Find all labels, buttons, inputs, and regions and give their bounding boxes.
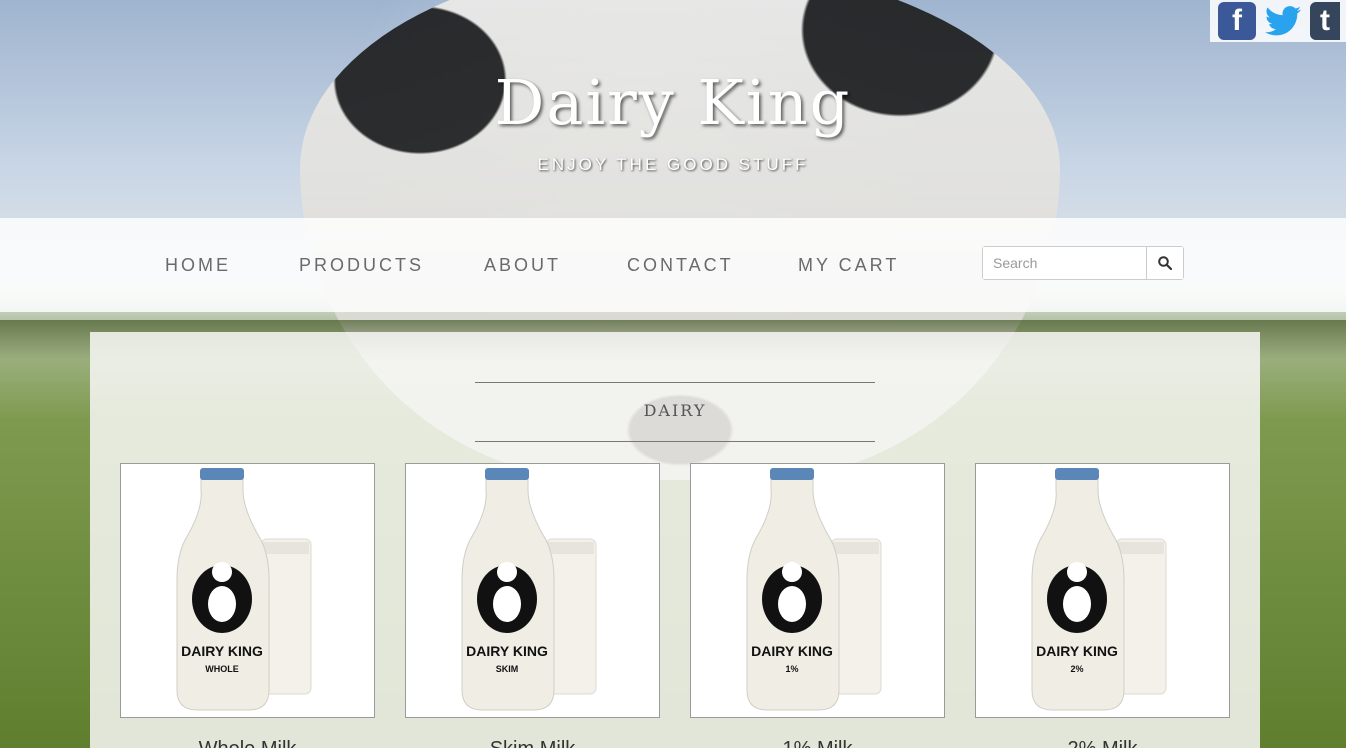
bottle-variant-label: WHOLE bbox=[205, 664, 239, 674]
nav-my-cart[interactable]: MY CART bbox=[798, 255, 899, 276]
nav-contact[interactable]: CONTACT bbox=[627, 255, 734, 276]
product-name-2-percent[interactable]: 2% Milk bbox=[975, 738, 1230, 748]
product-name-skim[interactable]: Skim Milk bbox=[405, 738, 660, 748]
section-heading: DAIRY bbox=[475, 382, 875, 442]
site-header: Dairy King ENJOY THE GOOD STUFF bbox=[0, 0, 1346, 218]
bottle-brand-label: DAIRY KING bbox=[181, 643, 263, 659]
twitter-icon[interactable] bbox=[1264, 2, 1302, 40]
milk-bottle-image: DAIRY KING WHOLE bbox=[176, 468, 312, 711]
product-card-1-percent[interactable]: DAIRY KING 1% bbox=[690, 463, 945, 718]
products-panel: DAIRY DAIRY KING WHOLE DAIRY KING SKIM D… bbox=[90, 332, 1260, 748]
milk-bottle-image: DAIRY KING 2% bbox=[1031, 468, 1167, 711]
search-icon bbox=[1158, 256, 1172, 270]
product-card-skim[interactable]: DAIRY KING SKIM bbox=[405, 463, 660, 718]
product-card-whole[interactable]: DAIRY KING WHOLE bbox=[120, 463, 375, 718]
social-links: f t bbox=[1210, 0, 1346, 42]
product-name-whole[interactable]: Whole Milk bbox=[120, 738, 375, 748]
site-brand-title[interactable]: Dairy King bbox=[0, 66, 1346, 139]
nav-home[interactable]: HOME bbox=[165, 255, 231, 276]
bottle-variant-label: SKIM bbox=[496, 664, 519, 674]
bottle-variant-label: 1% bbox=[785, 664, 798, 674]
tumblr-icon[interactable]: t bbox=[1310, 2, 1340, 40]
main-navbar: HOME PRODUCTS ABOUT CONTACT MY CART bbox=[0, 218, 1346, 312]
product-card-2-percent[interactable]: DAIRY KING 2% bbox=[975, 463, 1230, 718]
milk-bottle-image: DAIRY KING 1% bbox=[746, 468, 882, 711]
bottle-brand-label: DAIRY KING bbox=[466, 643, 548, 659]
section-title: DAIRY bbox=[643, 401, 707, 420]
bottle-brand-label: DAIRY KING bbox=[751, 643, 833, 659]
product-name-1-percent[interactable]: 1% Milk bbox=[690, 738, 945, 748]
nav-about[interactable]: ABOUT bbox=[484, 255, 561, 276]
facebook-icon[interactable]: f bbox=[1218, 2, 1256, 40]
search-button[interactable] bbox=[1146, 247, 1183, 279]
nav-products[interactable]: PRODUCTS bbox=[299, 255, 424, 276]
milk-bottle-image: DAIRY KING SKIM bbox=[461, 468, 597, 711]
search-input[interactable] bbox=[983, 247, 1146, 279]
search-form bbox=[982, 246, 1184, 280]
twitter-bird-shape bbox=[1265, 6, 1301, 36]
bottle-brand-label: DAIRY KING bbox=[1036, 643, 1118, 659]
site-tagline: ENJOY THE GOOD STUFF bbox=[537, 155, 809, 174]
bottle-variant-label: 2% bbox=[1070, 664, 1083, 674]
